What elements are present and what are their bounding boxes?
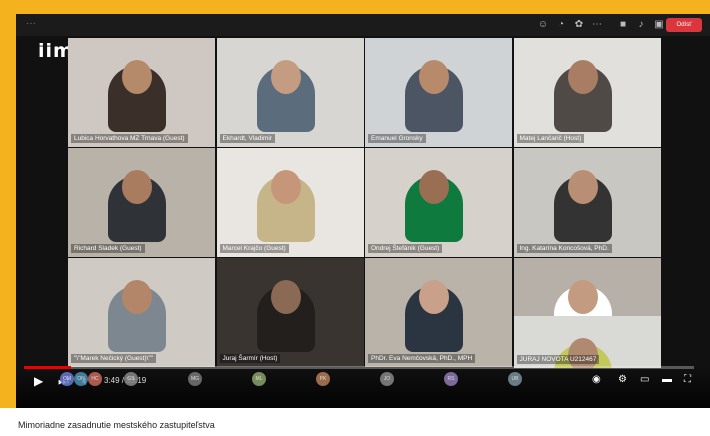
participant-tile[interactable]: PhDr. Eva Nemčovská, PhD., MPH bbox=[365, 258, 512, 367]
participant-head bbox=[122, 60, 152, 94]
participant-name: Emanuel Gronsky bbox=[368, 134, 426, 143]
miniplayer-icon[interactable]: ▭ bbox=[640, 374, 649, 385]
participant-name: Juraj Šarmír (Host) bbox=[219, 354, 281, 363]
participant-tile[interactable]: Matej Lančarič (Host) bbox=[513, 38, 661, 147]
participant-name: Marcel Krajčo (Guest) bbox=[219, 244, 289, 253]
participant-tile[interactable]: Marcel Krajčo (Guest) bbox=[216, 148, 364, 257]
participant-avatar: HC bbox=[88, 372, 102, 386]
participant-head bbox=[419, 170, 449, 204]
video-player[interactable]: ··· ☺ ◔ ✿ ⋯ ■ ♪ ▣ Odísť iimtt Lubica Hor… bbox=[16, 14, 710, 408]
participant-avatar: PK bbox=[316, 372, 330, 386]
more-dots-icon[interactable]: ··· bbox=[26, 18, 36, 29]
participant-name: JURAJ NOVOTA U212467 bbox=[516, 355, 600, 364]
progress-bar[interactable] bbox=[24, 366, 694, 369]
participant-tile[interactable]: Emanuel Gronsky bbox=[365, 38, 512, 147]
participant-head bbox=[419, 60, 449, 94]
participant-head bbox=[567, 280, 598, 314]
participant-name: Ekhardt, Vladimir bbox=[219, 134, 275, 143]
participant-avatar: ON bbox=[74, 372, 88, 386]
participant-head bbox=[122, 170, 152, 204]
mic-icon[interactable]: ♪ bbox=[634, 18, 648, 32]
participant-name: Ing. Katarína Koncošová, PhD. bbox=[516, 244, 612, 253]
reactions-icon[interactable]: ✿ bbox=[572, 18, 586, 32]
participant-name: Lubica Horvathova MZ Trnava (Guest) bbox=[71, 134, 188, 143]
play-icon[interactable]: ▶ bbox=[34, 374, 43, 388]
share-icon[interactable]: ▣ bbox=[652, 18, 666, 32]
camera-icon[interactable]: ■ bbox=[616, 18, 630, 32]
participant-head bbox=[419, 280, 449, 314]
participant-avatar: ML bbox=[252, 372, 266, 386]
participant-tile[interactable]: JURAJ NOVOTA U212467 bbox=[513, 316, 661, 368]
leave-button[interactable]: Odísť bbox=[666, 18, 702, 32]
participant-avatar: MG bbox=[188, 372, 202, 386]
participant-name: Richard Sladek (Guest) bbox=[71, 244, 145, 253]
participant-avatar: UB bbox=[508, 372, 522, 386]
chat-icon[interactable]: ◔ bbox=[554, 18, 568, 32]
participant-tile[interactable]: Richard Sladek (Guest) bbox=[68, 148, 215, 257]
more-icon[interactable]: ⋯ bbox=[590, 18, 604, 32]
participant-tile[interactable]: Ing. Katarína Koncošová, PhD. bbox=[513, 148, 661, 257]
participant-head bbox=[567, 170, 598, 204]
participant-tile[interactable]: Lubica Horvathova MZ Trnava (Guest) bbox=[68, 38, 215, 147]
people-icon[interactable]: ☺ bbox=[536, 18, 550, 32]
participant-head bbox=[270, 60, 301, 94]
participant-name: "\"Marek Nečický (Guest)\"" bbox=[71, 354, 156, 363]
participant-tile[interactable]: Ondrej Štefánik (Guest) bbox=[365, 148, 512, 257]
participant-tile[interactable]: "\"Marek Nečický (Guest)\"" bbox=[68, 258, 215, 367]
avatar-strip: OM ON HC GS MG ML PK JO RS UB bbox=[60, 372, 620, 388]
participant-head bbox=[270, 280, 301, 314]
participant-tile[interactable]: Juraj Šarmír (Host) bbox=[216, 258, 364, 367]
fullscreen-icon[interactable]: ⛶ bbox=[684, 374, 691, 385]
theater-icon[interactable]: ▬ bbox=[662, 374, 672, 385]
participant-name: Ondrej Štefánik (Guest) bbox=[368, 244, 443, 253]
participant-avatar: RS bbox=[444, 372, 458, 386]
autoplay-toggle[interactable]: ◉ bbox=[592, 374, 601, 385]
participant-name: Matej Lančarič (Host) bbox=[516, 134, 585, 143]
meeting-toolbar: ··· ☺ ◔ ✿ ⋯ ■ ♪ ▣ Odísť bbox=[16, 14, 710, 36]
participant-grid: Lubica Horvathova MZ Trnava (Guest) Ekhar… bbox=[68, 38, 662, 398]
participant-name: PhDr. Eva Nemčovská, PhD., MPH bbox=[368, 354, 476, 363]
participant-avatar: OM bbox=[60, 372, 74, 386]
progress-fill bbox=[24, 366, 71, 369]
participant-avatar: GS bbox=[124, 372, 138, 386]
video-title: Mimoriadne zasadnutie mestského zastupit… bbox=[18, 420, 215, 430]
settings-icon[interactable]: ⚙ bbox=[618, 374, 627, 385]
participant-head bbox=[567, 60, 598, 94]
participant-tile[interactable]: Ekhardt, Vladimir bbox=[216, 38, 364, 147]
participant-head bbox=[270, 170, 301, 204]
participant-avatar: JO bbox=[380, 372, 394, 386]
participant-head bbox=[122, 280, 152, 314]
